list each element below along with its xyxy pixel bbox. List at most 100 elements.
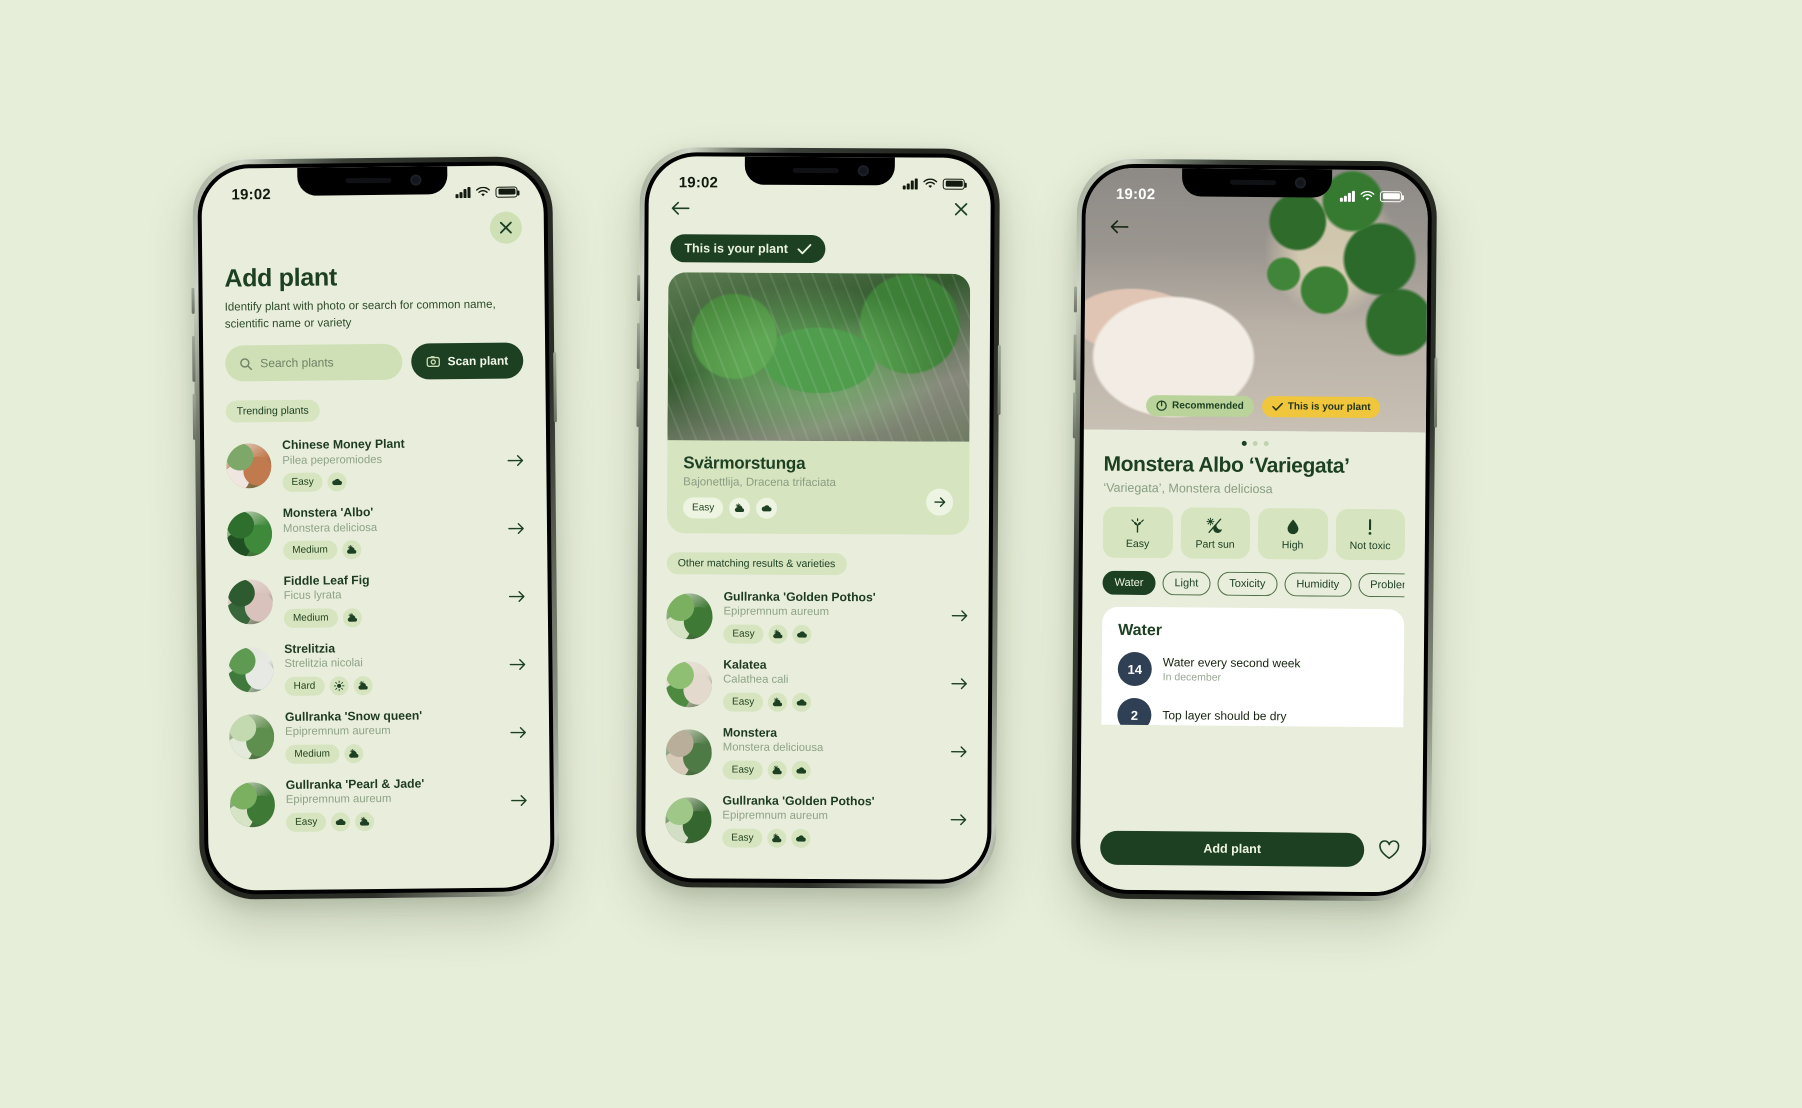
plant-name: Monstera — [722, 725, 778, 740]
plant-name: Kalatea — [723, 657, 767, 672]
plant-photo — [667, 272, 971, 442]
plant-scientific-name: Monstera deliciousa — [722, 741, 824, 755]
dot-1[interactable] — [1241, 440, 1247, 446]
phone3-mute-switch — [1073, 286, 1078, 313]
add-plant-button[interactable]: Add plant — [1100, 830, 1365, 867]
stat-card-part-sun[interactable]: Part sun — [1180, 507, 1251, 559]
sun-cloud-chip — [342, 608, 362, 628]
water-drop-icon — [1287, 519, 1299, 534]
plant-tags: Medium — [283, 607, 498, 629]
back-button[interactable] — [1106, 214, 1132, 240]
plant-thumbnail — [665, 796, 712, 844]
stat-label: Not toxic — [1349, 539, 1391, 553]
plant-info: Gullranka 'Golden Pothos' Epipremnum aure… — [723, 590, 940, 645]
plant-list-item[interactable]: Chinese Money Plant Pilea peperomiodes Eas… — [226, 429, 525, 500]
arrow-right-icon — [508, 523, 524, 535]
care-level-chip: Easy — [282, 472, 323, 493]
tab-toxicity[interactable]: Toxicity — [1217, 571, 1278, 597]
tab-humidity[interactable]: Humidity — [1284, 572, 1352, 597]
primary-match-card[interactable]: Svärmorstunga Bajonettlija, Dracena trif… — [666, 272, 971, 535]
tab-water[interactable]: Water — [1102, 570, 1156, 596]
open-plant-arrow[interactable] — [509, 657, 526, 675]
stat-card-easy[interactable]: Easy — [1102, 506, 1173, 559]
plant-info: Monstera 'Albo' Monstera deliciosa Medium — [283, 504, 498, 561]
plant-list-item[interactable]: Gullranka 'Snow queen' Epipremnum aureum M… — [228, 700, 528, 771]
cloud-icon — [336, 818, 346, 825]
sun-cloud-chip — [767, 760, 787, 780]
other-results-label: Other matching results & varieties — [666, 552, 847, 576]
open-plant-arrow[interactable] — [508, 522, 525, 540]
plant-list-item[interactable]: Fiddle Leaf Fig Ficus lyrata Medium — [227, 565, 526, 636]
care-level-chip: Medium — [283, 608, 338, 629]
sun-cloud-chip — [353, 676, 373, 696]
phone1-volume-up — [191, 335, 196, 382]
this-is-your-plant-banner: This is your plant — [670, 234, 825, 264]
open-plant-arrow[interactable] — [951, 744, 968, 762]
part-sun-icon — [1206, 517, 1223, 533]
sun-cloud-icon — [358, 680, 368, 690]
phone2-notch — [744, 156, 895, 186]
close-button[interactable] — [954, 202, 969, 222]
open-plant-arrow[interactable] — [507, 454, 524, 472]
open-plant-arrow[interactable] — [950, 812, 967, 830]
dot-3[interactable] — [1263, 441, 1269, 447]
open-plant-arrow[interactable] — [510, 725, 527, 743]
water-row-text: Top layer should be dry — [1162, 708, 1286, 723]
plant-list-item[interactable]: Strelitzia Strelitzia nicolai Hard — [228, 633, 527, 704]
plant-list-item[interactable]: Gullranka 'Golden Pothos' Epipremnum aure… — [665, 786, 967, 856]
page-title: Add plant — [224, 263, 338, 293]
plant-list-item[interactable]: Monstera Monstera deliciousa Easy — [665, 718, 968, 788]
open-plant-arrow[interactable] — [511, 793, 528, 811]
cloud-chip — [792, 692, 812, 712]
water-schedule-row: 14 Water every second week In december — [1117, 651, 1388, 688]
open-plant-arrow[interactable] — [951, 609, 968, 627]
part-sun-icon — [1184, 516, 1246, 535]
open-match-button[interactable] — [926, 488, 954, 516]
tab-problems-pe[interactable]: Problems & Pe — [1358, 572, 1405, 598]
plant-info: Monstera Monstera deliciousa Easy — [722, 725, 940, 780]
plant-list-item[interactable]: Gullranka 'Golden Pothos' Epipremnum aure… — [666, 582, 968, 652]
plant-tags: Medium — [283, 539, 497, 561]
stat-card-not-toxic[interactable]: Not toxic — [1335, 508, 1406, 561]
check-icon — [1271, 402, 1283, 411]
hero-photo: Recommended This is your plant — [1083, 167, 1429, 433]
sun-cloud-chip — [341, 540, 361, 560]
other-results-list: Gullranka 'Golden Pothos' Epipremnum aure… — [645, 574, 988, 855]
close-button[interactable] — [489, 211, 523, 244]
open-plant-arrow[interactable] — [951, 677, 968, 695]
arrow-right-icon — [950, 814, 967, 825]
chevron-right-icon — [933, 497, 945, 507]
search-input[interactable]: Search plants — [225, 344, 403, 382]
recommended-badge: Recommended — [1145, 395, 1254, 417]
stat-label: High — [1281, 539, 1304, 552]
sun-cloud-icon — [773, 697, 783, 707]
plant-thumbnail — [226, 442, 272, 489]
tab-light[interactable]: Light — [1162, 571, 1211, 596]
care-level-chip: Easy — [722, 692, 764, 712]
phone-plant-detail: 19:02 Recommended This is your plant Mon… — [1070, 158, 1438, 902]
plant-list-item[interactable]: Kalatea Calathea cali Easy — [666, 650, 968, 720]
dot-2[interactable] — [1252, 440, 1258, 447]
arrow-right-icon — [509, 659, 526, 670]
thumbnail-texture — [665, 796, 712, 844]
sun-cloud-chip — [768, 624, 788, 644]
scan-plant-button[interactable]: Scan plant — [411, 342, 524, 380]
stat-card-high[interactable]: High — [1257, 508, 1328, 560]
card-body: Svärmorstunga Bajonettlija, Dracena trif… — [667, 440, 969, 535]
favorite-button[interactable] — [1376, 837, 1402, 863]
plant-thumbnail — [228, 646, 274, 693]
detail-sheet: Monstera Albo ‘Variegata’ ‘Variegata’, M… — [1081, 430, 1426, 728]
plant-list-item[interactable]: Gullranka 'Pearl & Jade' Epipremnum aureu… — [229, 768, 529, 839]
sun-cloud-chip — [767, 828, 787, 848]
plant-list-item[interactable]: Monstera 'Albo' Monstera deliciosa Medium — [226, 497, 526, 568]
photo-pagination-dots[interactable] — [1104, 430, 1406, 456]
back-button[interactable] — [671, 201, 690, 220]
plant-stat-cards: Easy Part sun High Not toxic — [1102, 506, 1406, 561]
sun-cloud-icon — [348, 748, 359, 758]
plant-scientific-name: Epipremnum aureum — [285, 725, 391, 739]
open-plant-arrow[interactable] — [508, 590, 526, 608]
plant-tags: Hard — [284, 675, 499, 696]
arrow-right-icon — [508, 591, 525, 603]
water-rows: 14 Water every second week In december 2… — [1117, 651, 1388, 728]
back-arrow-icon — [1110, 220, 1128, 234]
